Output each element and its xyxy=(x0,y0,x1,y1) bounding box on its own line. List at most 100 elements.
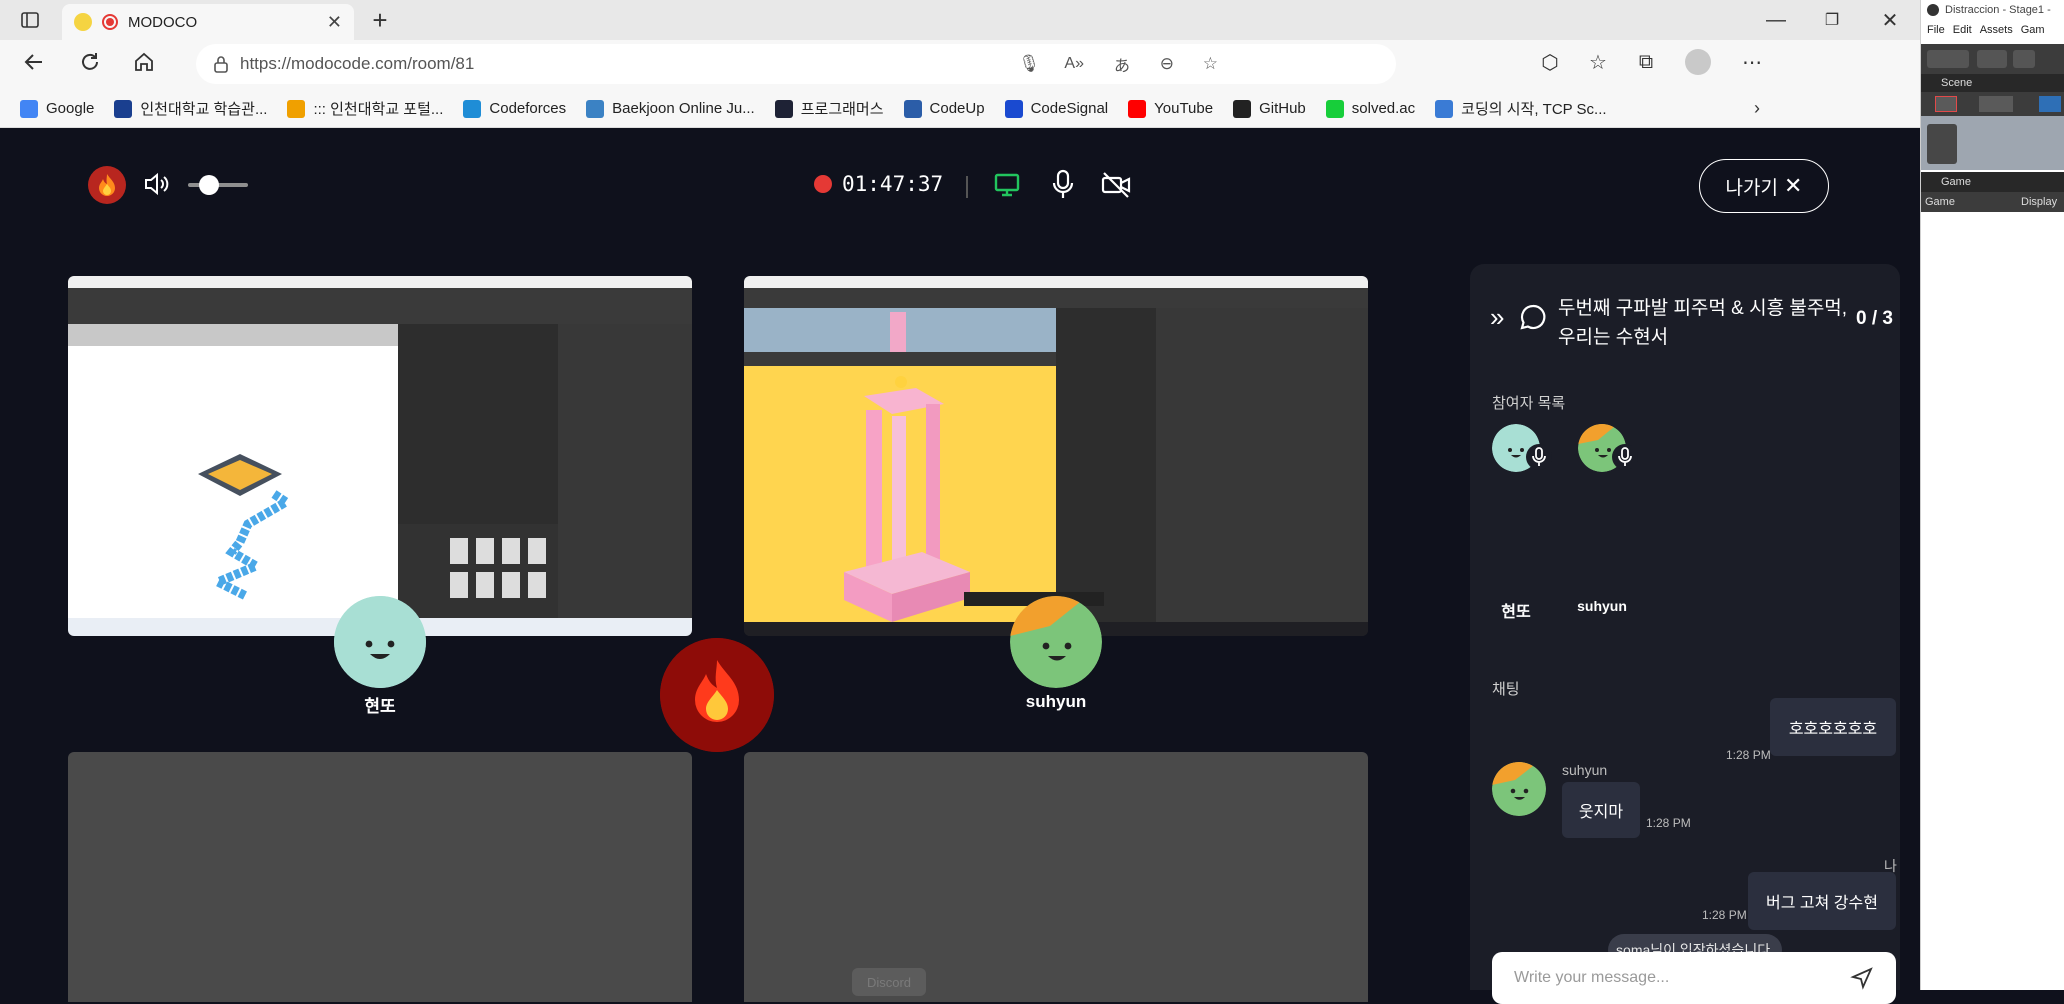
window-close-icon[interactable]: ✕ xyxy=(1876,6,1904,34)
send-icon[interactable] xyxy=(1850,966,1874,995)
bookmark-item[interactable]: Google xyxy=(20,99,94,118)
chat-message-1: 호호호호호호 xyxy=(1770,698,1896,756)
collections-icon[interactable]: ⧉ xyxy=(1632,48,1660,76)
bookmark-label: 인천대학교 학습관... xyxy=(140,101,268,118)
bookmark-label: 프로그래머스 xyxy=(800,101,884,118)
screen-share-tile-2[interactable] xyxy=(744,276,1368,636)
microphone-icon[interactable] xyxy=(1048,168,1078,205)
chat-time-1: 1:28 PM xyxy=(1726,748,1771,762)
bookmark-item[interactable]: Baekjoon Online Ju... xyxy=(586,99,755,118)
back-icon[interactable] xyxy=(20,48,48,76)
shared-scene-view xyxy=(744,308,1056,352)
fire-logo-icon[interactable] xyxy=(88,166,126,204)
favorite-add-icon[interactable]: ☆ xyxy=(1203,54,1218,74)
room-side-panel: » 두번째 구파발 피주먹 & 시흥 불주먹, 우리는 수현서 0 / 3 참여… xyxy=(1470,264,1900,1004)
bookmark-item[interactable]: Codeforces xyxy=(463,99,567,118)
exit-label: 나가기 xyxy=(1725,177,1778,199)
new-tab-icon[interactable]: + xyxy=(366,5,394,35)
read-aloud-icon[interactable]: A» xyxy=(1064,55,1084,73)
tab-favicon-icon xyxy=(74,13,92,31)
unity-menu-edit[interactable]: Edit xyxy=(1953,24,1972,36)
reload-icon[interactable] xyxy=(76,48,104,76)
mic-search-icon[interactable]: 🎙 xyxy=(1018,54,1040,74)
chat-message-3: 버그 고쳐 강수현 xyxy=(1748,872,1896,930)
unity-hand-tool-icon[interactable] xyxy=(1927,124,1957,164)
bookmark-item[interactable]: 인천대학교 학습관... xyxy=(114,98,267,119)
participant-count: 0 / 3 xyxy=(1856,308,1893,329)
volume-icon[interactable] xyxy=(142,170,170,203)
participant-avatar-2 xyxy=(1010,596,1102,688)
unity-cloud-icon[interactable] xyxy=(1977,50,2007,68)
unity-editor-window: Distraccion - Stage1 - File Edit Assets … xyxy=(1920,0,2064,990)
room-title: 두번째 구파발 피주먹 & 시흥 불주먹, 우리는 수현서 xyxy=(1558,298,1848,348)
more-menu-icon[interactable]: ⋯ xyxy=(1738,48,1766,76)
bookmark-favicon-icon xyxy=(1233,99,1252,118)
volume-slider-knob[interactable] xyxy=(199,175,219,195)
participant-name-1: 현또 xyxy=(364,697,396,716)
bookmark-item[interactable]: GitHub xyxy=(1233,99,1306,118)
shared-scene-view xyxy=(68,346,398,618)
bookmark-label: Baekjoon Online Ju... xyxy=(612,100,755,117)
minimize-icon[interactable]: — xyxy=(1762,6,1790,34)
unity-gizmo-icon[interactable] xyxy=(1979,96,2013,112)
unity-display-dropdown[interactable]: Display xyxy=(2021,192,2057,212)
shared-inspector-panel xyxy=(558,324,692,618)
modoco-room-page: 01:47:37 나가기 ✕ 현또 suhyun Discord » 두번째 구… xyxy=(0,128,1920,1004)
bookmark-item[interactable]: solved.ac xyxy=(1325,99,1415,118)
translate-icon[interactable]: あ xyxy=(1114,52,1130,76)
browser-tab[interactable]: MODOCO ✕ xyxy=(62,4,354,40)
bookmark-favicon-icon xyxy=(774,99,793,118)
participant-avatar-1 xyxy=(334,596,426,688)
home-icon[interactable] xyxy=(130,48,158,76)
exit-button[interactable]: 나가기 ✕ xyxy=(1699,159,1829,213)
address-bar[interactable]: https://modocode.com/room/81 🎙 A» あ ⊖ ☆ xyxy=(196,44,1396,84)
extensions-icon[interactable]: ⬡ xyxy=(1536,48,1564,76)
bookmark-item[interactable]: CodeUp xyxy=(903,99,985,118)
shared-toolbar xyxy=(744,288,1368,308)
unity-account-button[interactable] xyxy=(1927,50,1969,68)
unity-scene-tab[interactable]: Scene xyxy=(1921,74,2064,92)
unity-menu-file[interactable]: File xyxy=(1927,24,1945,36)
restore-icon[interactable]: ❐ xyxy=(1818,6,1846,34)
collapse-panel-icon[interactable]: » xyxy=(1490,302,1504,333)
shared-hierarchy-panel xyxy=(398,324,558,524)
sidebar-toggle-icon[interactable] xyxy=(16,6,44,34)
unity-game-dropdown[interactable]: Game xyxy=(1925,192,1955,212)
bookmark-favicon-icon xyxy=(287,99,306,118)
bookmark-item[interactable]: 프로그래머스 xyxy=(774,98,884,119)
bookmarks-overflow-icon[interactable]: › xyxy=(1754,98,1760,119)
screen-share-tile-1[interactable] xyxy=(68,276,692,636)
unity-menu-game[interactable]: Gam xyxy=(2021,24,2045,36)
chat-sender-suhyun: suhyun xyxy=(1562,762,1608,778)
bookmark-favicon-icon xyxy=(114,99,133,118)
shared-hierarchy-panel xyxy=(1056,308,1156,622)
panel-mic-icon-1 xyxy=(1526,444,1552,470)
bookmark-item[interactable]: CodeSignal xyxy=(1004,99,1108,118)
unity-grid-icon[interactable] xyxy=(2039,96,2061,112)
shared-scene-strip xyxy=(68,324,398,346)
favorites-icon[interactable]: ☆ xyxy=(1584,48,1612,76)
camera-off-icon[interactable] xyxy=(1100,170,1132,205)
bookmark-label: Codeforces xyxy=(489,100,567,117)
empty-video-tile-1 xyxy=(68,752,692,1002)
bookmark-item[interactable]: YouTube xyxy=(1128,99,1214,118)
unity-scene-view[interactable] xyxy=(1921,116,2064,170)
zoom-icon[interactable]: ⊖ xyxy=(1160,54,1174,74)
bookmark-label: YouTube xyxy=(1154,100,1214,117)
unity-2d-toggle-icon[interactable] xyxy=(1935,96,1957,112)
chat-input-field[interactable]: Write your message... xyxy=(1492,952,1896,1004)
close-tab-icon[interactable]: ✕ xyxy=(327,12,342,33)
panel-mic-icon-2 xyxy=(1612,444,1638,470)
bookmark-item[interactable]: ::: 인천대학교 포털... xyxy=(287,98,443,119)
shared-game-view xyxy=(744,366,1056,622)
empty-video-tile-2: Discord xyxy=(744,752,1368,1002)
screen-share-icon[interactable] xyxy=(992,170,1022,205)
unity-titlebar: Distraccion - Stage1 - xyxy=(1927,4,2059,16)
unity-menu-assets[interactable]: Assets xyxy=(1980,24,2013,36)
unity-game-tab[interactable]: Game xyxy=(1921,172,2064,192)
bookmark-item[interactable]: 코딩의 시작, TCP Sc... xyxy=(1435,98,1607,119)
profile-avatar[interactable] xyxy=(1684,48,1712,76)
tab-bar: MODOCO ✕ + — ❐ ✕ xyxy=(0,0,1920,40)
fire-emblem-icon xyxy=(660,638,774,752)
unity-settings-icon[interactable] xyxy=(2013,50,2035,68)
